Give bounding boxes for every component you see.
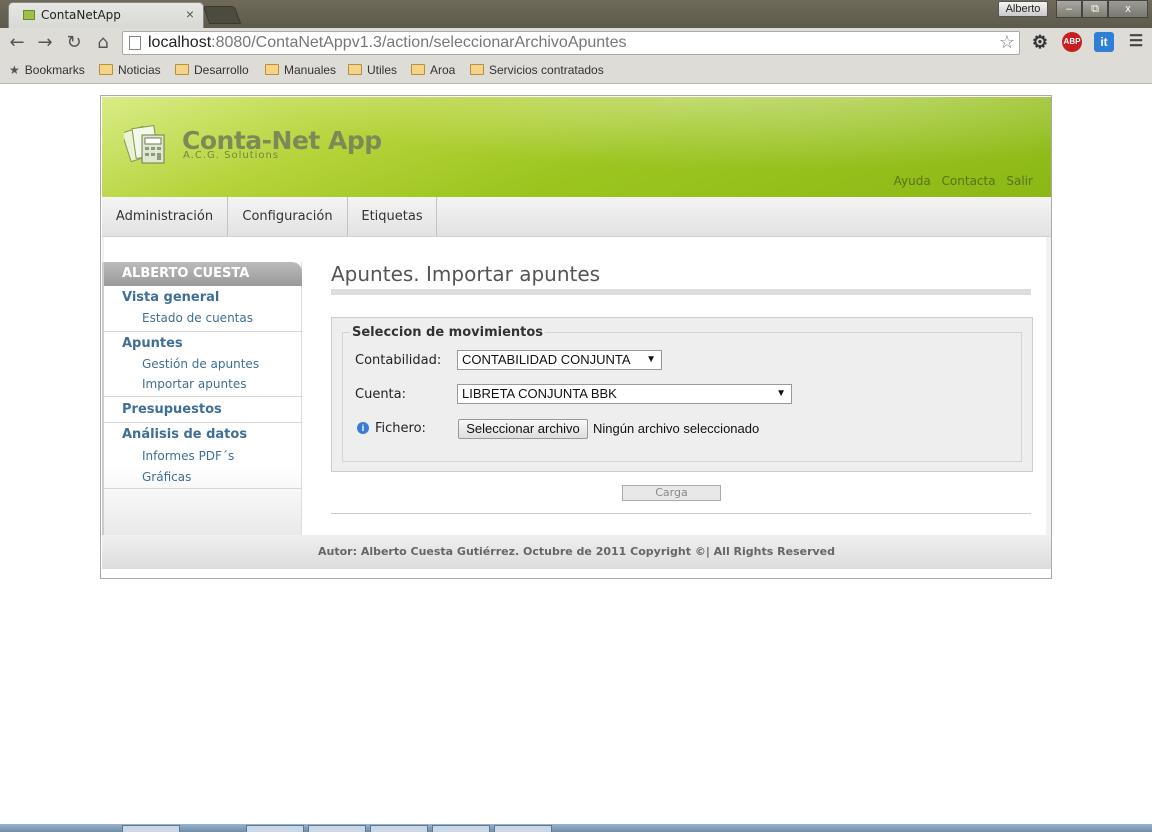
footer: Autor: Alberto Cuesta Gutiérrez. Octubre… <box>102 535 1051 569</box>
profile-button[interactable]: Alberto <box>998 1 1048 17</box>
sidebar-item-informes-pdf[interactable]: Informes PDF´s <box>104 445 302 467</box>
taskbar-item[interactable] <box>494 825 552 832</box>
forward-arrow-icon[interactable]: → <box>34 32 56 54</box>
tab-close-icon[interactable]: × <box>186 6 194 22</box>
logout-link[interactable]: Salir <box>1006 174 1033 188</box>
header-banner: Conta-Net App A.C.G. Solutions Ayuda Con… <box>102 97 1051 197</box>
tab-title: ContaNetApp <box>41 8 121 22</box>
folder-icon <box>265 64 279 75</box>
extension-it-icon[interactable]: it <box>1094 32 1114 52</box>
select-file-button[interactable]: Seleccionar archivo <box>458 419 588 439</box>
bookmarks-bar: ★ Bookmarks Noticias Desarrollo Manuales … <box>0 58 1152 84</box>
fieldset-legend: Seleccion de movimientos <box>350 325 546 340</box>
app-page: Conta-Net App A.C.G. Solutions Ayuda Con… <box>100 95 1052 579</box>
taskbar-item[interactable] <box>370 825 428 832</box>
settings-gear-icon[interactable]: ⚙ <box>1030 32 1050 52</box>
sidebar-item-importar-apuntes[interactable]: Importar apuntes <box>104 374 302 394</box>
sidebar-item-graficas[interactable]: Gráficas <box>104 467 302 487</box>
folder-icon <box>411 64 425 75</box>
movements-fieldset: Seleccion de movimientos Contabilidad: C… <box>342 325 1022 462</box>
sidebar-item-vista-general[interactable]: Vista general <box>104 288 302 308</box>
url-text: localhost:8080/ContaNetAppv1.3/action/se… <box>148 34 627 51</box>
menu-configuracion[interactable]: Configuración <box>228 197 348 237</box>
top-links: Ayuda Contacta Salir <box>887 174 1033 188</box>
bookmark-folder-utiles[interactable]: Utiles <box>348 63 397 77</box>
app-subtitle: A.C.G. Solutions <box>183 150 280 161</box>
bookmarks-star-icon: ★ <box>9 63 20 77</box>
carga-button[interactable]: Carga <box>622 485 721 501</box>
contabilidad-select[interactable]: CONTABILIDAD CONJUNTA ▼ <box>457 350 662 370</box>
title-divider <box>331 289 1031 295</box>
sidebar-user-header: ALBERTO CUESTA <box>104 262 302 286</box>
calculator-logo-icon <box>124 125 165 164</box>
sidebar-item-apuntes[interactable]: Apuntes <box>104 334 302 354</box>
reload-icon[interactable]: ↻ <box>63 32 85 54</box>
bookmarks-button[interactable]: ★ Bookmarks <box>9 63 85 77</box>
minimize-button[interactable]: – <box>1056 0 1082 18</box>
import-form: Seleccion de movimientos Contabilidad: C… <box>331 317 1033 472</box>
sidebar-item-gestion-apuntes[interactable]: Gestión de apuntes <box>104 354 302 374</box>
page-title: Apuntes. Importar apuntes <box>331 262 601 286</box>
cuenta-label: Cuenta: <box>355 387 406 402</box>
folder-icon <box>348 64 362 75</box>
fichero-label: Fichero: <box>375 421 426 436</box>
browser-menu-icon[interactable]: ☰ <box>1126 32 1146 52</box>
taskbar-item[interactable] <box>432 825 490 832</box>
info-icon: i <box>357 422 369 434</box>
sidebar-section-vista-general: Vista general Estado de cuentas <box>104 288 302 332</box>
contact-link[interactable]: Contacta <box>942 174 996 188</box>
folder-icon <box>470 64 484 75</box>
sidebar-section-presupuestos: Presupuestos <box>104 398 302 423</box>
dropdown-arrow-icon: ▼ <box>646 354 656 365</box>
cuenta-select[interactable]: LIBRETA CONJUNTA BBK ▼ <box>457 384 792 404</box>
browser-tab[interactable]: ContaNetApp × <box>8 2 204 28</box>
new-tab-button[interactable] <box>202 6 242 24</box>
contabilidad-label: Contabilidad: <box>355 353 442 368</box>
browser-titlebar: ContaNetApp × Alberto – ⧉ x <box>0 0 1152 28</box>
close-window-button[interactable]: x <box>1108 0 1148 18</box>
folder-icon <box>99 64 113 75</box>
maximize-button[interactable]: ⧉ <box>1082 0 1108 18</box>
sidebar-item-estado-cuentas[interactable]: Estado de cuentas <box>104 308 302 328</box>
help-link[interactable]: Ayuda <box>894 174 931 188</box>
app-favicon-icon <box>23 10 35 20</box>
bookmark-folder-desarrollo[interactable]: Desarrollo <box>175 63 249 77</box>
bookmark-star-icon[interactable]: ☆ <box>999 32 1015 53</box>
sidebar-section-apuntes: Apuntes Gestión de apuntes Importar apun… <box>104 333 302 397</box>
menu-administracion[interactable]: Administración <box>102 197 228 237</box>
sidebar-item-analisis-datos[interactable]: Análisis de datos <box>104 425 302 445</box>
home-icon[interactable]: ⌂ <box>92 32 114 54</box>
taskbar-item[interactable] <box>308 825 366 832</box>
bookmark-folder-aroa[interactable]: Aroa <box>411 63 455 77</box>
dropdown-arrow-icon: ▼ <box>776 388 786 399</box>
browser-toolbar: ← → ↻ ⌂ localhost:8080/ContaNetAppv1.3/a… <box>0 28 1152 58</box>
menu-etiquetas[interactable]: Etiquetas <box>348 197 437 237</box>
page-icon <box>129 36 141 50</box>
bookmark-folder-manuales[interactable]: Manuales <box>265 63 336 77</box>
bottom-divider <box>331 513 1031 514</box>
bookmark-folder-noticias[interactable]: Noticias <box>99 63 161 77</box>
file-status: Ningún archivo seleccionado <box>593 421 760 436</box>
sidebar-section-analisis: Análisis de datos Informes PDF´s Gráfica… <box>104 424 302 489</box>
adblock-icon[interactable]: ABP <box>1062 32 1082 52</box>
sidebar-item-presupuestos[interactable]: Presupuestos <box>104 400 302 420</box>
back-arrow-icon[interactable]: ← <box>6 32 28 54</box>
folder-icon <box>175 64 189 75</box>
bookmark-folder-servicios[interactable]: Servicios contratados <box>470 63 604 77</box>
taskbar-item[interactable] <box>122 825 180 832</box>
address-bar[interactable]: localhost:8080/ContaNetAppv1.3/action/se… <box>122 31 1020 55</box>
taskbar-item[interactable] <box>246 825 304 832</box>
sidebar: ALBERTO CUESTA Vista general Estado de c… <box>102 262 302 535</box>
main-menu: Administración Configuración Etiquetas <box>102 197 1051 237</box>
